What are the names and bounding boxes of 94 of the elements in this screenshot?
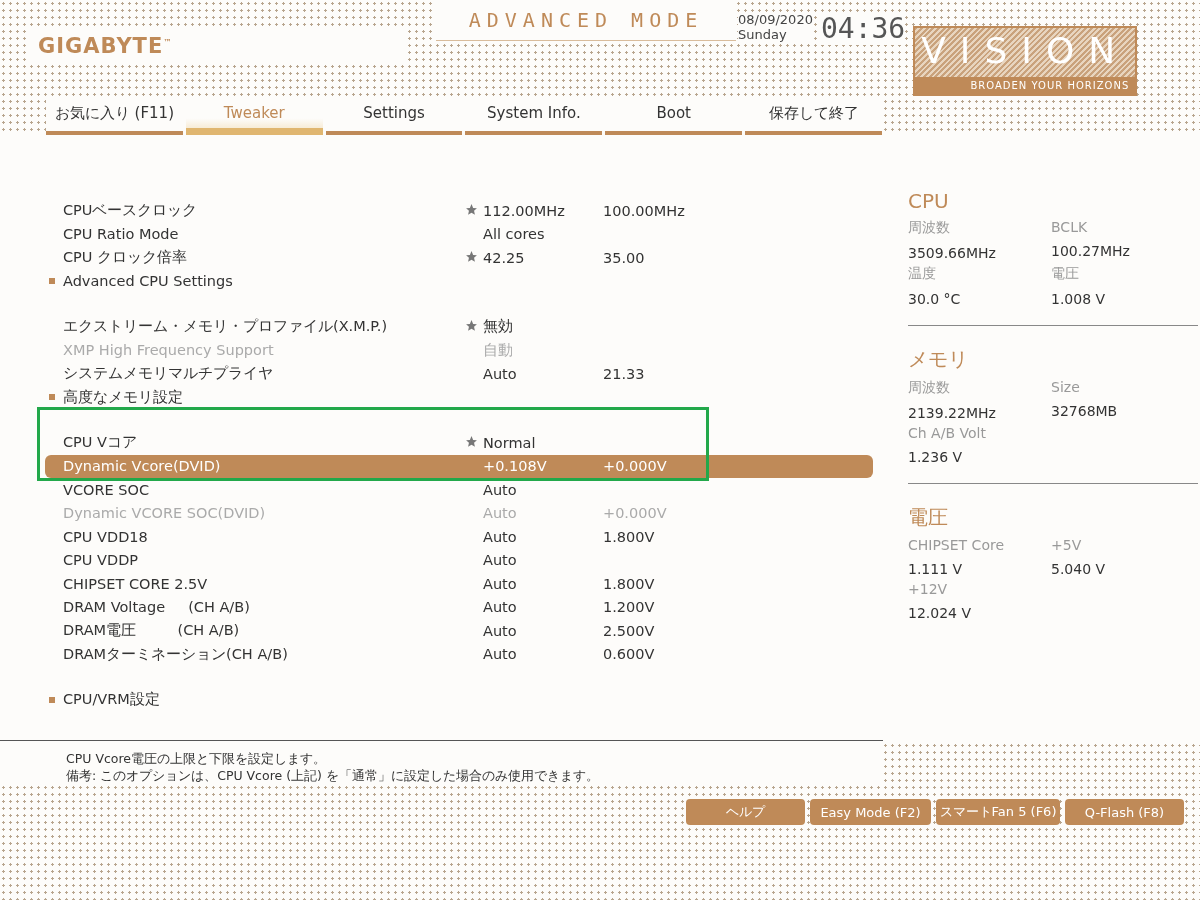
- default-value: 35.00: [603, 249, 645, 266]
- monitor-label: +5V: [1051, 537, 1083, 553]
- day-text: Sunday: [738, 27, 788, 42]
- monitor-value: 2139.22MHz: [908, 405, 997, 421]
- setting-row[interactable]: CHIPSET CORE 2.5V Auto 1.800V: [45, 572, 873, 596]
- setting-label: DRAMターミネーション(CH A/B): [63, 644, 289, 664]
- setting-value[interactable]: Auto: [483, 481, 517, 498]
- setting-label: CHIPSET CORE 2.5V: [63, 575, 209, 592]
- setting-row[interactable]: CPU Ratio Mode All cores: [45, 222, 873, 246]
- setting-label: VCORE SOC: [63, 481, 151, 498]
- setting-label: システムメモリマルチプライヤ: [63, 364, 274, 384]
- setting-row[interactable]: CPU VDDP Auto: [45, 548, 873, 572]
- setting-row[interactable]: エクストリーム・メモリ・プロファイル(X.M.P.) 無効: [45, 315, 873, 339]
- monitor-label: 温度: [908, 265, 937, 283]
- star-icon: [465, 434, 478, 448]
- monitor-value: 32768MB: [1051, 403, 1119, 419]
- monitor-label: 電圧: [1051, 265, 1080, 283]
- monitor-label: +12V: [908, 581, 949, 597]
- setting-value[interactable]: Auto: [483, 365, 517, 382]
- default-value: 21.33: [603, 365, 645, 382]
- bullet-icon: [49, 696, 55, 703]
- setting-value[interactable]: All cores: [483, 226, 545, 243]
- setting-label: CPU Ratio Mode: [63, 226, 180, 243]
- monitor-value: 5.040 V: [1051, 561, 1107, 577]
- setting-label: DRAM電圧 (CH A/B): [63, 621, 241, 641]
- setting-label: 高度なメモリ設定: [63, 387, 184, 407]
- mode-banner: ADVANCED MODE: [436, 0, 736, 41]
- monitor-value: 1.111 V: [908, 561, 964, 577]
- monitor-label: BCLK: [1051, 219, 1089, 235]
- default-value: 1.800V: [603, 575, 655, 592]
- setting-value[interactable]: Normal: [483, 434, 536, 451]
- setting-value[interactable]: Auto: [483, 599, 517, 616]
- setting-row[interactable]: CPUベースクロック 112.00MHz 100.00MHz: [45, 199, 873, 223]
- setting-value[interactable]: 無効: [483, 318, 513, 335]
- help-text: 備考: このオプションは、CPU Vcore (上記) を「通常」に設定した場合のみ使用できます。: [66, 768, 600, 785]
- setting-row[interactable]: DRAMターミネーション(CH A/B) Auto 0.600V: [45, 642, 873, 666]
- monitor-label: 周波数: [908, 219, 951, 237]
- setting-label: Dynamic VCORE SOC(DVID): [63, 505, 267, 522]
- star-icon: [465, 202, 478, 216]
- bullet-icon: [49, 278, 55, 285]
- monitor-value: 12.024 V: [908, 605, 972, 621]
- setting-row[interactable]: CPU クロック倍率 42.25 35.00: [45, 246, 873, 270]
- star-icon: [465, 318, 478, 332]
- setting-label: Dynamic Vcore(DVID): [63, 458, 222, 475]
- submenu-item[interactable]: Advanced CPU Settings: [45, 269, 873, 293]
- setting-row[interactable]: CPU VDD18 Auto 1.800V: [45, 525, 873, 549]
- setting-label: CPU VDDP: [63, 552, 140, 569]
- setting-row[interactable]: DRAM Voltage (CH A/B) Auto 1.200V: [45, 595, 873, 619]
- setting-row[interactable]: CPU Vコア Normal: [45, 431, 873, 455]
- setting-label: エクストリーム・メモリ・プロファイル(X.M.P.): [63, 317, 389, 337]
- default-value: +0.000V: [603, 458, 667, 475]
- setting-row[interactable]: VCORE SOC Auto: [45, 478, 873, 502]
- monitor-label: Size: [1051, 379, 1081, 395]
- date-text: 08/09/2020: [738, 12, 813, 27]
- setting-label: CPU クロック倍率: [63, 248, 189, 268]
- submenu-item[interactable]: CPU/VRM設定: [45, 688, 873, 712]
- setting-row[interactable]: システムメモリマルチプライヤ Auto 21.33: [45, 362, 873, 386]
- setting-value[interactable]: Auto: [483, 622, 517, 639]
- setting-label: DRAM Voltage (CH A/B): [63, 599, 251, 616]
- help-text: CPU Vcore電圧の上限と下限を設定します。: [66, 751, 327, 768]
- default-value: 1.200V: [603, 599, 655, 616]
- submenu-item[interactable]: 高度なメモリ設定: [45, 385, 873, 409]
- monitor-value: 100.27MHz: [1051, 243, 1131, 259]
- default-value: 0.600V: [603, 646, 655, 663]
- section-title: メモリ: [908, 346, 969, 373]
- monitor-value: 30.0 °C: [908, 291, 962, 307]
- bullet-icon: [49, 394, 55, 401]
- setting-value[interactable]: Auto: [483, 528, 517, 545]
- default-value: +0.000V: [603, 505, 667, 522]
- section-title: 電圧: [908, 504, 949, 531]
- setting-value[interactable]: Auto: [483, 646, 517, 663]
- setting-label: CPU VDD18: [63, 528, 149, 545]
- star-icon: [465, 249, 478, 263]
- monitor-label: 周波数: [908, 379, 951, 397]
- setting-value[interactable]: Auto: [483, 552, 517, 569]
- setting-label: Advanced CPU Settings: [63, 273, 234, 290]
- monitor-value: 1.236 V: [908, 449, 964, 465]
- monitor-label: Ch A/B Volt: [908, 425, 987, 441]
- default-value: 100.00MHz: [603, 202, 685, 219]
- setting-label: XMP High Frequency Support: [63, 342, 275, 359]
- default-value: 1.800V: [603, 528, 655, 545]
- setting-label: CPUベースクロック: [63, 201, 199, 221]
- brand-logo: GIGABYTE$^{™}$: [30, 30, 406, 62]
- section-title: CPU: [908, 189, 950, 213]
- setting-value[interactable]: 112.00MHz: [483, 202, 565, 219]
- monitor-value: 1.008 V: [1051, 291, 1107, 307]
- monitor-value: 3509.66MHz: [908, 245, 997, 261]
- setting-label: CPU/VRM設定: [63, 690, 161, 710]
- setting-label: CPU Vコア: [63, 433, 138, 453]
- setting-row[interactable]: DRAM電圧 (CH A/B) Auto 2.500V: [45, 619, 873, 643]
- setting-value[interactable]: 42.25: [483, 249, 525, 266]
- default-value: 2.500V: [603, 622, 655, 639]
- setting-value[interactable]: Auto: [483, 575, 517, 592]
- monitor-label: CHIPSET Core: [908, 537, 1005, 553]
